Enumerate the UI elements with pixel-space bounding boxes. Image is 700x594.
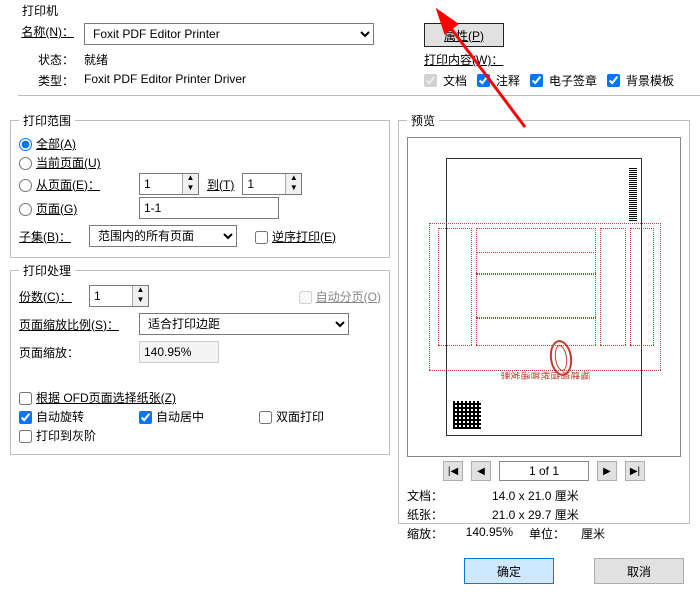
scale-ratio-select[interactable]: 适合打印边距 <box>139 313 349 335</box>
cancel-button[interactable]: 取消 <box>594 558 684 584</box>
content-annot-checkbox[interactable] <box>477 74 490 87</box>
range-from-radio[interactable]: 从页面(E)： <box>19 176 139 193</box>
info-doc-label: 文档： <box>407 487 457 504</box>
range-page-input[interactable] <box>139 197 279 219</box>
next-page-button[interactable]: ▶ <box>597 461 617 481</box>
preview-group: 预览 福建增值税普通发票 <box>398 112 690 524</box>
collate-checkbox: 自动分页(O) <box>299 288 381 305</box>
print-range-group: 打印范围 全部(A) 当前页面(U) 从页面(E)： ▲▼ 到(T) ▲▼ 页面… <box>10 112 390 258</box>
info-unit-label: 单位： <box>529 525 565 542</box>
auto-center-checkbox[interactable]: 自动居中 <box>139 408 259 425</box>
qr-icon <box>453 401 481 429</box>
range-page-radio[interactable]: 页面(G) <box>19 200 139 217</box>
copies-spinner[interactable]: ▲▼ <box>89 285 149 307</box>
printer-type-value: Foxit PDF Editor Printer Driver <box>84 72 414 89</box>
info-doc-value: 14.0 x 21.0 厘米 <box>457 487 614 504</box>
info-zoom-label: 缩放： <box>407 525 457 542</box>
zoom-value <box>139 341 219 363</box>
last-page-button[interactable]: ▶| <box>625 461 645 481</box>
ofd-paper-checkbox[interactable]: 根据 OFD页面选择纸张(Z) <box>19 389 176 406</box>
printer-status-label: 状态： <box>18 51 74 68</box>
reverse-print-checkbox[interactable]: 逆序打印(E) <box>255 228 336 245</box>
content-bgtpl-checkbox[interactable] <box>607 74 620 87</box>
ok-button[interactable]: 确定 <box>464 558 554 584</box>
duplex-checkbox[interactable]: 双面打印 <box>259 408 324 425</box>
page-indicator: 1 of 1 <box>499 461 589 481</box>
info-zoom-value: 140.95% <box>466 525 513 542</box>
barcode-icon <box>629 167 637 221</box>
subset-label: 子集(B)： <box>19 228 89 245</box>
print-content-label: 打印内容(W)： <box>424 51 700 68</box>
copies-label: 份数(C)： <box>19 288 89 305</box>
printer-status-value: 就绪 <box>84 51 414 68</box>
properties-button[interactable]: 属性(P) <box>424 23 504 47</box>
printer-name-select[interactable]: Foxit PDF Editor Printer <box>84 23 374 45</box>
zoom-label: 页面缩放： <box>19 344 139 361</box>
prev-page-button[interactable]: ◀ <box>471 461 491 481</box>
printer-name-label: 名称(N)： <box>18 23 74 47</box>
range-from-spinner[interactable]: ▲▼ <box>139 173 199 195</box>
print-handling-group: 打印处理 份数(C)： ▲▼ 自动分页(O) 页面缩放比例(S)： 适合打印边距… <box>10 262 390 455</box>
preview-legend: 预览 <box>407 112 439 129</box>
range-current-radio[interactable]: 当前页面(U) <box>19 154 101 171</box>
content-esign-checkbox[interactable] <box>530 74 543 87</box>
first-page-button[interactable]: |◀ <box>443 461 463 481</box>
range-to-label: 到(T) <box>207 176 234 193</box>
content-doc-checkbox <box>424 74 437 87</box>
print-range-legend: 打印范围 <box>19 112 75 129</box>
print-handling-legend: 打印处理 <box>19 262 75 279</box>
grayscale-checkbox[interactable]: 打印到灰阶 <box>19 427 96 444</box>
printer-type-label: 类型： <box>18 72 74 89</box>
invoice-title: 福建增值税普通发票 <box>500 369 590 382</box>
info-paper-label: 纸张： <box>407 506 457 523</box>
printer-group-label: 打印机 <box>22 2 74 19</box>
info-unit-value: 厘米 <box>581 525 605 542</box>
subset-select[interactable]: 范围内的所有页面 <box>89 225 237 247</box>
range-to-spinner[interactable]: ▲▼ <box>242 173 302 195</box>
info-paper-value: 21.0 x 29.7 厘米 <box>457 506 614 523</box>
range-all-radio[interactable]: 全部(A) <box>19 135 76 152</box>
preview-canvas: 福建增值税普通发票 <box>407 137 681 457</box>
scale-ratio-label: 页面缩放比例(S)： <box>19 316 139 333</box>
auto-rotate-checkbox[interactable]: 自动旋转 <box>19 408 139 425</box>
